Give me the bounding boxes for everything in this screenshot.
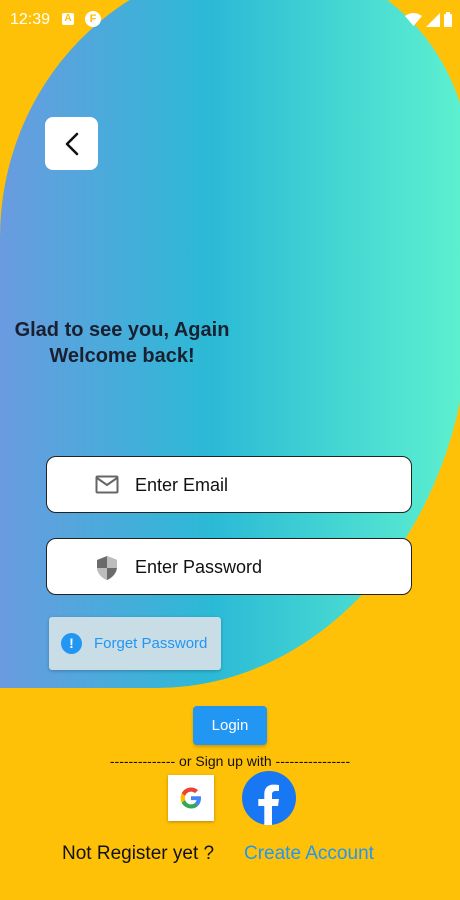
- not-registered-text: Not Register yet ?: [62, 843, 215, 864]
- forget-password-button[interactable]: ! Forget Password: [49, 617, 221, 670]
- heading-line-2: Welcome back!: [49, 345, 195, 367]
- alert-icon: !: [61, 633, 82, 654]
- battery-icon: [444, 12, 452, 27]
- a-notification-icon: A: [62, 13, 74, 25]
- email-input[interactable]: [133, 457, 397, 514]
- status-bar: 12:39 A F: [0, 0, 460, 42]
- f-notification-icon: F: [85, 11, 101, 27]
- login-button[interactable]: Login: [193, 706, 267, 745]
- wifi-icon: [405, 12, 422, 26]
- google-signin-button[interactable]: [168, 775, 214, 821]
- facebook-signin-button[interactable]: [242, 771, 296, 825]
- signup-divider-text: -------------- or Sign up with ---------…: [109, 753, 351, 769]
- welcome-heading: Glad to see you, Again Welcome back!: [0, 317, 244, 369]
- mail-icon: [95, 475, 119, 494]
- shield-icon: [97, 556, 117, 580]
- status-icons: [405, 12, 452, 27]
- back-button[interactable]: [45, 117, 98, 170]
- google-icon: [180, 787, 201, 809]
- signal-icon: [426, 12, 440, 27]
- heading-line-1: Glad to see you, Again: [14, 319, 230, 341]
- chevron-left-icon: [65, 132, 78, 155]
- status-time: 12:39: [10, 11, 51, 28]
- forget-password-label: Forget Password: [94, 635, 208, 652]
- create-account-link[interactable]: Create Account: [244, 843, 374, 865]
- password-input[interactable]: [133, 539, 397, 596]
- facebook-icon: [242, 771, 296, 825]
- email-field[interactable]: [46, 456, 412, 514]
- password-field[interactable]: [46, 538, 412, 596]
